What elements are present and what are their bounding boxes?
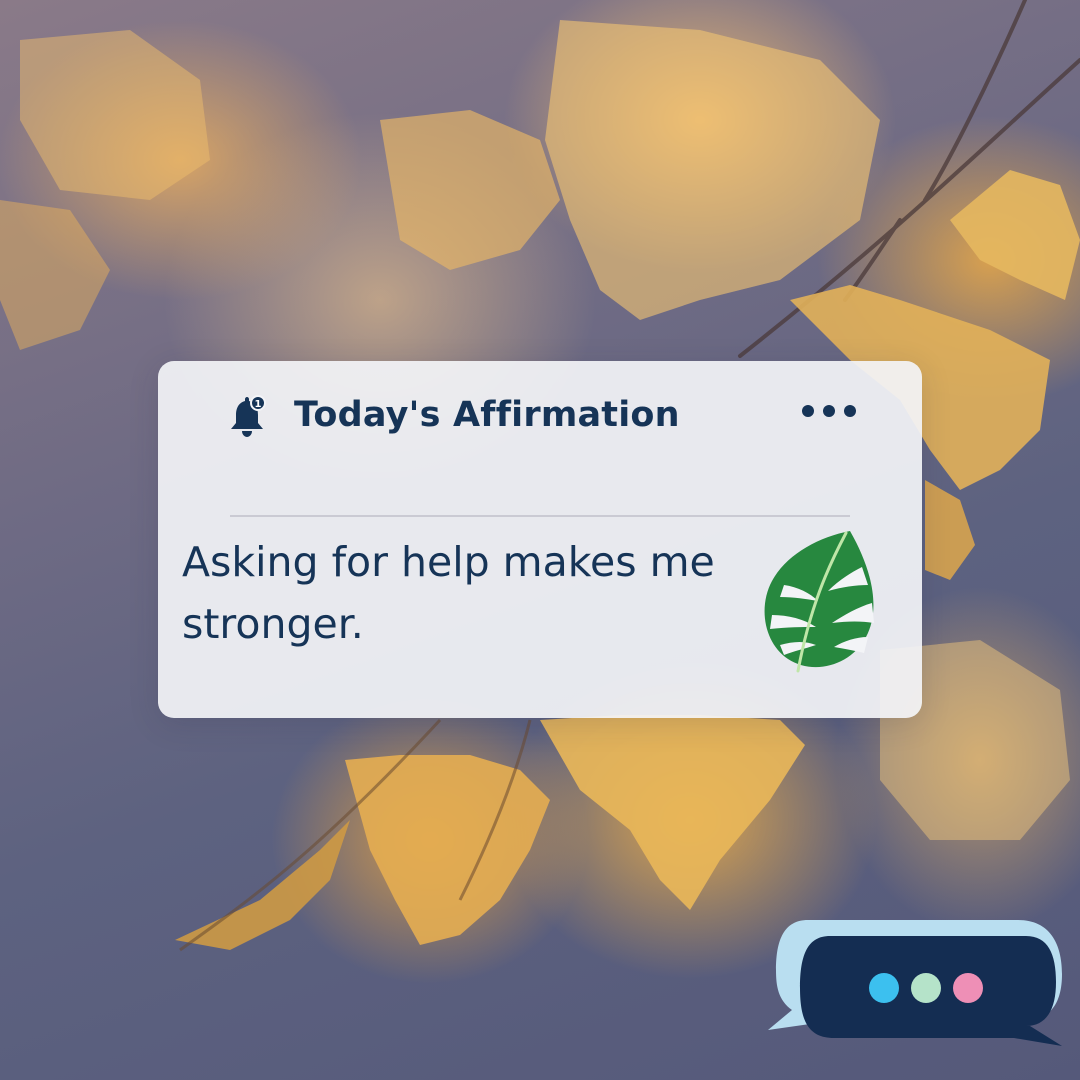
more-dot-icon xyxy=(802,405,814,417)
more-options-button[interactable] xyxy=(802,405,856,417)
card-header: 1 Today's Affirmation xyxy=(158,361,922,476)
more-dot-icon xyxy=(823,405,835,417)
card-title: Today's Affirmation xyxy=(294,395,680,435)
bell-notification-icon: 1 xyxy=(231,395,266,437)
typing-dot-blue xyxy=(869,973,899,1003)
chat-typing-bubble-icon xyxy=(768,920,1062,1046)
monstera-leaf-icon xyxy=(764,531,874,673)
card-divider xyxy=(230,515,850,517)
typing-dot-pink xyxy=(953,973,983,1003)
affirmation-message: Asking for help makes me stronger. xyxy=(182,538,715,648)
bell-badge-count: 1 xyxy=(255,399,262,410)
more-dot-icon xyxy=(844,405,856,417)
typing-dot-green xyxy=(911,973,941,1003)
affirmation-card[interactable]: 1 Today's Affirmation Asking for help ma… xyxy=(158,361,922,718)
